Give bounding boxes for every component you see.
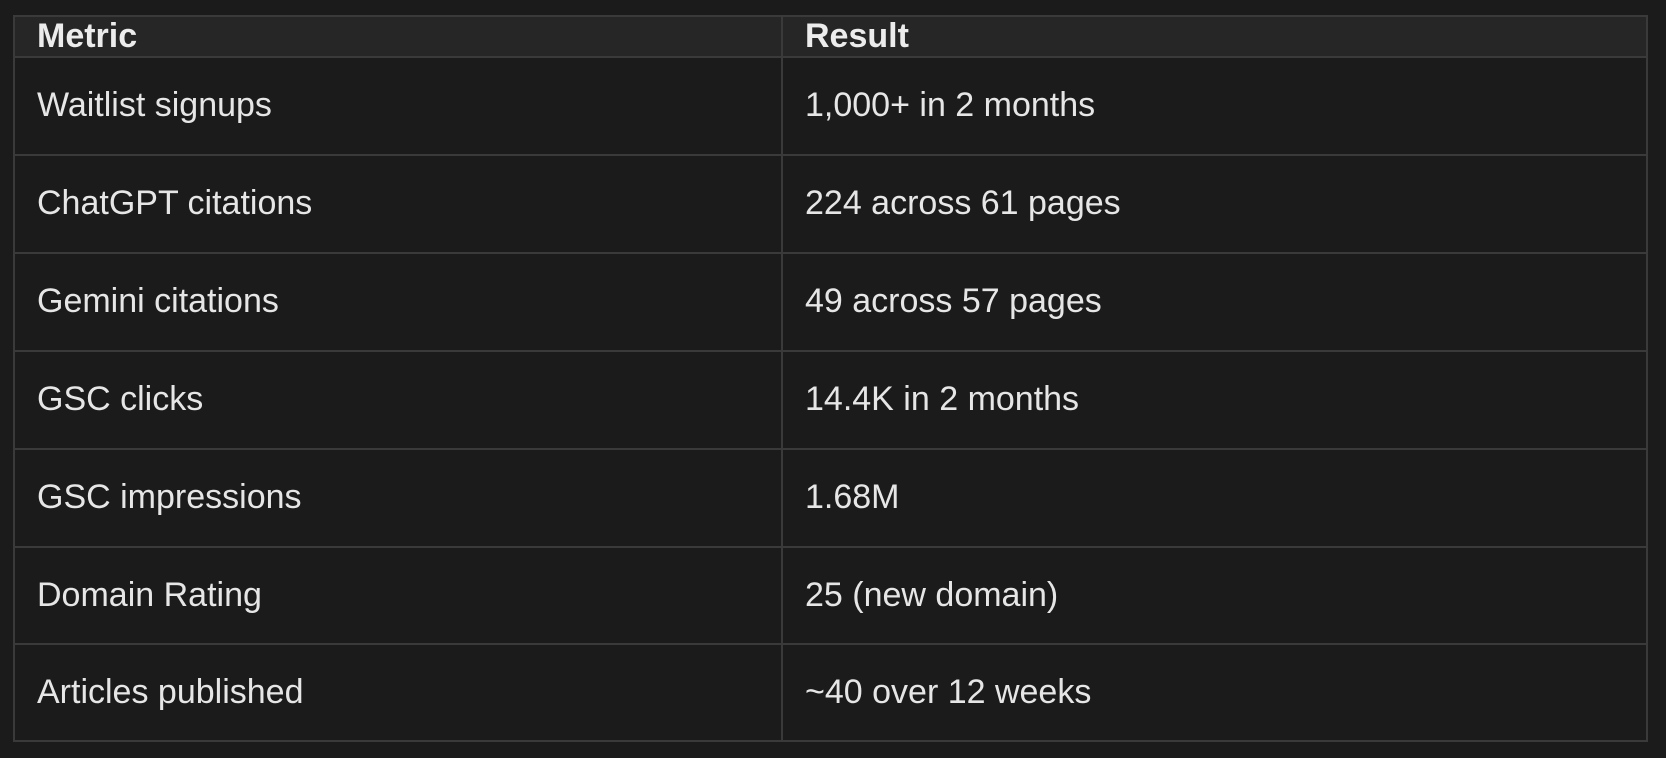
result-cell: 25 (new domain) xyxy=(781,545,1646,646)
result-cell: 1.68M xyxy=(781,447,1646,548)
result-cell: ~40 over 12 weeks xyxy=(781,643,1646,740)
table-row: Waitlist signups 1,000+ in 2 months xyxy=(15,56,1646,156)
column-header-result: Result xyxy=(781,17,1646,58)
metric-cell: GSC clicks xyxy=(15,349,783,450)
table-header-row: Metric Result xyxy=(15,17,1646,58)
metric-cell: ChatGPT citations xyxy=(15,153,783,254)
metrics-table: Metric Result Waitlist signups 1,000+ in… xyxy=(15,17,1646,740)
result-cell: 224 across 61 pages xyxy=(781,153,1646,254)
metrics-table-container: Metric Result Waitlist signups 1,000+ in… xyxy=(13,15,1648,742)
result-cell: 49 across 57 pages xyxy=(781,251,1646,352)
column-header-metric: Metric xyxy=(15,17,783,58)
metric-cell: Gemini citations xyxy=(15,251,783,352)
table-row: GSC clicks 14.4K in 2 months xyxy=(15,349,1646,450)
result-cell: 1,000+ in 2 months xyxy=(781,56,1646,156)
table-row: ChatGPT citations 224 across 61 pages xyxy=(15,153,1646,254)
metric-cell: Articles published xyxy=(15,643,783,740)
metric-cell: GSC impressions xyxy=(15,447,783,548)
table-row: Domain Rating 25 (new domain) xyxy=(15,545,1646,646)
table-row: Articles published ~40 over 12 weeks xyxy=(15,643,1646,740)
metric-cell: Waitlist signups xyxy=(15,56,783,156)
table-row: Gemini citations 49 across 57 pages xyxy=(15,251,1646,352)
table-row: GSC impressions 1.68M xyxy=(15,447,1646,548)
result-cell: 14.4K in 2 months xyxy=(781,349,1646,450)
metric-cell: Domain Rating xyxy=(15,545,783,646)
